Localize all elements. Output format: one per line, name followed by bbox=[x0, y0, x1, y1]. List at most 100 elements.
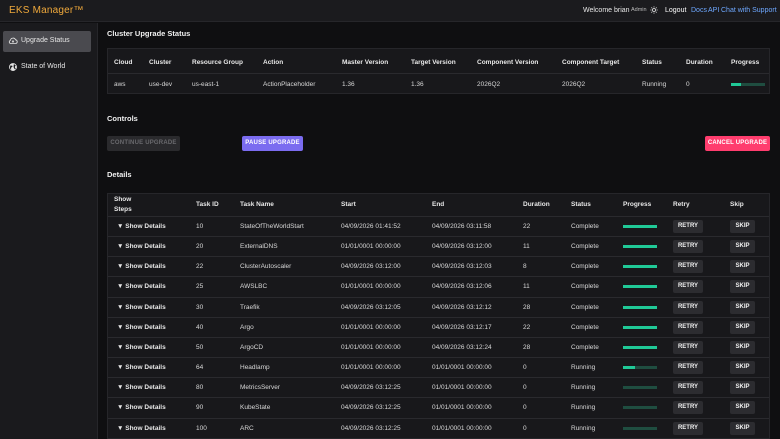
skip-button[interactable]: SKIP bbox=[730, 401, 755, 415]
cancel-upgrade-button[interactable]: CANCEL UPGRADE bbox=[705, 136, 770, 151]
task-name-cell: ExternalDNS bbox=[240, 243, 278, 251]
end-cell: 04/09/2026 03:12:03 bbox=[432, 263, 492, 271]
duration-cell: 22 bbox=[523, 323, 531, 331]
skip-button[interactable]: SKIP bbox=[730, 260, 755, 274]
start-cell: 01/01/0001 00:00:00 bbox=[341, 323, 401, 331]
brand-logo[interactable]: EKS Manager™ bbox=[9, 5, 84, 16]
progress-fill bbox=[623, 265, 657, 269]
pause-upgrade-button[interactable]: PAUSE UPGRADE bbox=[242, 136, 303, 151]
show-details-toggle[interactable]: ▼ Show Details bbox=[117, 404, 166, 411]
sidebar-item-upgrade-status[interactable]: Upgrade Status bbox=[3, 31, 91, 52]
table-row: ▼ Show Details 10 StateOfTheWorldStart 04/0… bbox=[108, 216, 769, 236]
show-details-toggle[interactable]: ▼ Show Details bbox=[117, 304, 166, 311]
task-name-cell: MetricsServer bbox=[240, 384, 281, 392]
top-bar: EKS Manager™ Welcome brian Admin Logout … bbox=[0, 0, 780, 22]
end-cell: 04/09/2026 03:12:00 bbox=[432, 243, 492, 251]
skip-button[interactable]: SKIP bbox=[730, 421, 755, 435]
skip-button[interactable]: SKIP bbox=[730, 340, 755, 354]
chat-support-link[interactable]: Chat with Support bbox=[721, 7, 777, 14]
status-cell: Complete bbox=[571, 343, 599, 351]
skip-button[interactable]: SKIP bbox=[730, 381, 755, 395]
retry-button[interactable]: RETRY bbox=[673, 320, 703, 334]
task-id-cell: 22 bbox=[196, 263, 204, 271]
retry-button[interactable]: RETRY bbox=[673, 361, 703, 375]
end-cell: 04/09/2026 03:11:58 bbox=[432, 223, 492, 230]
logout-link[interactable]: Logout bbox=[665, 7, 686, 14]
column-header: Status bbox=[642, 59, 662, 66]
retry-button[interactable]: RETRY bbox=[673, 300, 703, 314]
sidebar-item-state-of-world[interactable]: State of World bbox=[3, 57, 91, 78]
status-cell: Running bbox=[642, 81, 667, 88]
status-cell: Complete bbox=[571, 223, 599, 230]
duration-cell: 11 bbox=[523, 283, 530, 291]
api-link[interactable]: API bbox=[708, 7, 719, 14]
theme-toggle-icon[interactable] bbox=[650, 6, 658, 14]
status-cell: Complete bbox=[571, 283, 599, 291]
show-details-toggle[interactable]: ▼ Show Details bbox=[117, 223, 166, 230]
retry-button[interactable]: RETRY bbox=[673, 280, 703, 294]
task-name-cell: AWSLBC bbox=[240, 283, 268, 291]
retry-button[interactable]: RETRY bbox=[673, 381, 703, 395]
retry-button[interactable]: RETRY bbox=[673, 260, 703, 274]
retry-button[interactable]: RETRY bbox=[673, 421, 703, 435]
retry-button[interactable]: RETRY bbox=[673, 240, 703, 254]
progress-fill bbox=[623, 305, 657, 309]
column-header: Skip bbox=[730, 201, 744, 208]
task-name-cell: ClusterAutoscaler bbox=[240, 263, 292, 271]
retry-button[interactable]: RETRY bbox=[673, 340, 703, 354]
table-row: ▼ Show Details 22 ClusterAutoscaler 04/09/2… bbox=[108, 256, 769, 276]
end-cell: 01/01/0001 00:00:00 bbox=[432, 364, 492, 372]
show-details-toggle[interactable]: ▼ Show Details bbox=[117, 384, 166, 391]
progress-fill bbox=[623, 325, 657, 329]
status-cell: Running bbox=[571, 404, 596, 412]
welcome-text: Welcome brian bbox=[583, 7, 630, 14]
start-cell: 01/01/0001 00:00:00 bbox=[341, 243, 401, 251]
progress-fill bbox=[731, 83, 742, 86]
column-header: Task Name bbox=[240, 201, 274, 208]
end-cell: 04/09/2026 03:12:06 bbox=[432, 283, 492, 291]
show-details-toggle[interactable]: ▼ Show Details bbox=[117, 263, 166, 270]
status-cell: Complete bbox=[571, 303, 599, 311]
table-row: ▼ Show Details 25 AWSLBC 01/01/0001 00:00:0… bbox=[108, 276, 769, 296]
skip-button[interactable]: SKIP bbox=[730, 361, 755, 375]
retry-button[interactable]: RETRY bbox=[673, 401, 703, 415]
docs-link[interactable]: Docs bbox=[691, 7, 707, 14]
progress-fill bbox=[623, 345, 657, 349]
status-cell: Complete bbox=[571, 323, 599, 331]
skip-button[interactable]: SKIP bbox=[730, 300, 755, 314]
column-header: Progress bbox=[731, 59, 760, 66]
show-details-toggle[interactable]: ▼ Show Details bbox=[117, 344, 166, 351]
column-header: Master Version bbox=[342, 59, 389, 66]
show-details-toggle[interactable]: ▼ Show Details bbox=[117, 283, 166, 290]
retry-button[interactable]: RETRY bbox=[673, 220, 703, 233]
skip-button[interactable]: SKIP bbox=[730, 240, 755, 254]
status-cell: Running bbox=[571, 384, 596, 392]
column-header: Duration bbox=[686, 59, 713, 66]
column-header: Steps bbox=[114, 206, 132, 213]
duration-cell: 0 bbox=[686, 81, 690, 88]
progress-bar bbox=[623, 345, 657, 349]
progress-fill bbox=[623, 285, 657, 289]
end-cell: 04/09/2026 03:12:12 bbox=[432, 303, 492, 311]
cloud-cell: aws bbox=[114, 81, 126, 88]
skip-button[interactable]: SKIP bbox=[730, 320, 755, 334]
show-details-toggle[interactable]: ▼ Show Details bbox=[117, 243, 166, 250]
show-details-toggle[interactable]: ▼ Show Details bbox=[117, 425, 166, 432]
task-id-cell: 100 bbox=[196, 424, 207, 432]
duration-cell: 28 bbox=[523, 343, 531, 351]
start-cell: 01/01/0001 00:00:00 bbox=[341, 343, 401, 351]
show-details-toggle[interactable]: ▼ Show Details bbox=[117, 364, 166, 371]
start-cell: 04/09/2026 03:12:00 bbox=[341, 263, 401, 271]
end-cell: 04/09/2026 03:12:24 bbox=[432, 343, 492, 351]
master-version-cell: 1.36 bbox=[342, 81, 355, 88]
column-header: Component Target bbox=[562, 59, 620, 66]
end-cell: 04/09/2026 03:12:17 bbox=[432, 323, 492, 331]
show-details-toggle[interactable]: ▼ Show Details bbox=[117, 324, 166, 331]
end-cell: 01/01/0001 00:00:00 bbox=[432, 424, 492, 432]
skip-button[interactable]: SKIP bbox=[730, 220, 755, 233]
column-header: Action bbox=[263, 59, 284, 66]
continue-upgrade-button[interactable]: CONTINUE UPGRADE bbox=[107, 136, 180, 151]
progress-fill bbox=[623, 225, 657, 228]
skip-button[interactable]: SKIP bbox=[730, 280, 755, 294]
status-cell: Complete bbox=[571, 263, 599, 271]
